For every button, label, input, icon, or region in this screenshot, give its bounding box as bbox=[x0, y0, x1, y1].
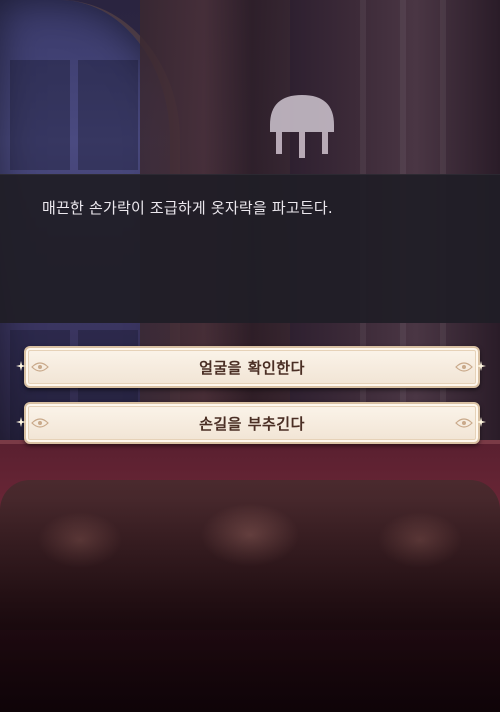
choice-label: 손길을 부추긴다 bbox=[199, 414, 305, 433]
choice-label: 얼굴을 확인한다 bbox=[199, 358, 305, 377]
ornament-icon bbox=[31, 418, 49, 428]
choice-button-encourage-touch[interactable]: 손길을 부추긴다 bbox=[24, 402, 480, 444]
choice-button-check-face[interactable]: 얼굴을 확인한다 bbox=[24, 346, 480, 388]
ornament-icon bbox=[31, 362, 49, 372]
dialogue-text: 매끈한 손가락이 조급하게 옷자락을 파고든다. bbox=[42, 199, 333, 217]
sparkle-icon bbox=[16, 417, 26, 427]
ornament-icon bbox=[455, 418, 473, 428]
ornament-icon bbox=[455, 362, 473, 372]
sparkle-icon bbox=[16, 361, 26, 371]
sparkle-icon bbox=[476, 361, 486, 371]
sparkle-icon bbox=[476, 417, 486, 427]
